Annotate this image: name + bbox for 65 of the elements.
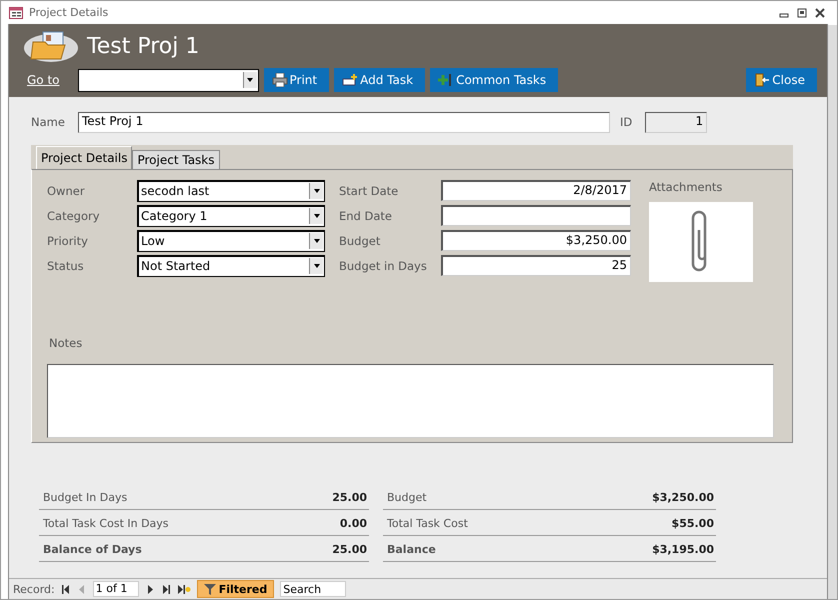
tab[interactable]: Project Details [36,146,132,169]
dropdown-arrow-icon [247,78,254,82]
first-record-icon[interactable] [60,584,71,594]
form-title: Test Proj 1 [87,34,200,58]
summary-label: Total Task Cost In Days [43,516,169,530]
form-icon [9,6,23,18]
id-field: 1 [645,112,708,132]
dropdown-arrow-icon [314,264,320,268]
notes-field[interactable] [47,364,774,438]
last-record-icon[interactable] [160,584,171,594]
record-label: Record: [13,582,55,596]
summary-value: 0.00 [340,516,367,530]
input-field[interactable]: 2/8/2017 [441,180,631,201]
print-button[interactable]: Print [264,68,330,92]
dropdown-arrow-icon [314,214,320,218]
summary-value: $3,250.00 [652,490,714,504]
name-field[interactable]: Test Proj 1 [78,112,610,132]
summary-value: 25.00 [332,542,367,556]
summary-label: Balance of Days [43,542,142,556]
printer-icon [272,73,288,87]
name-label: Name [31,115,65,129]
tab[interactable]: Project Tasks [132,150,220,169]
add-row-icon [342,73,358,87]
field-label: Budget in Days [339,258,428,272]
input-field[interactable]: $3,250.00 [441,230,631,251]
restore-icon[interactable] [797,8,807,18]
door-icon [754,73,770,87]
field-label: Start Date [339,184,400,198]
filter-icon [204,584,216,594]
new-record-icon[interactable] [176,584,191,594]
field-label: Status [47,258,85,272]
close-button[interactable]: Close [746,68,817,92]
attachments-label: Attachments [649,180,724,194]
id-label: ID [620,115,632,129]
summary-label: Balance [387,542,436,556]
field-label: Priority [47,234,89,248]
dropdown-field[interactable]: secodn last [137,180,325,202]
summary-label: Total Task Cost [387,516,468,530]
notes-label: Notes [49,336,84,350]
dropdown-arrow-icon [314,239,320,243]
field-label: Owner [47,184,86,198]
dropdown-arrow-icon [314,189,320,193]
summary-value: 25.00 [332,490,367,504]
goto-dropdown[interactable] [78,68,259,92]
field-label: Category [47,208,101,222]
summary-value: $55.00 [672,516,714,530]
summary-value: $3,195.00 [652,542,714,556]
dropdown-field[interactable]: Not Started [137,254,325,276]
goto-label: Go to [27,73,60,87]
dropdown-field[interactable]: Category 1 [137,204,325,226]
summary-label: Budget [387,490,427,504]
summary-label: Budget In Days [43,490,128,504]
record-position-field[interactable]: 1 of 1 [92,581,139,597]
add-task-button[interactable]: Add Task [334,68,426,92]
window-title: Project Details [29,6,108,19]
close-icon[interactable] [815,8,825,18]
field-label: Budget [339,234,382,248]
common-tasks-button[interactable]: Common Tasks [430,68,558,92]
field-label: End Date [339,208,393,222]
input-field[interactable]: 25 [441,255,631,276]
input-field[interactable] [441,205,631,226]
search-field[interactable]: Search [280,581,346,597]
attachment-field[interactable] [649,202,753,282]
filtered-button[interactable]: Filtered [196,580,274,598]
dropdown-field[interactable]: Low [137,230,325,252]
